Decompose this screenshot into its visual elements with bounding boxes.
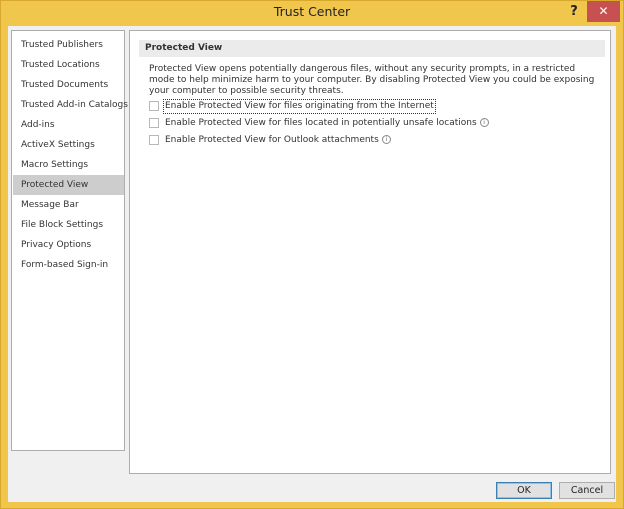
title-bar: Trust Center ? ✕ xyxy=(1,1,623,25)
help-button[interactable]: ? xyxy=(561,2,587,22)
sidebar-item-trusted-addin-catalogs[interactable]: Trusted Add-in Catalogs xyxy=(13,95,128,115)
section-title: Protected View xyxy=(139,40,605,57)
window-title: Trust Center xyxy=(273,4,351,19)
sidebar-item-message-bar[interactable]: Message Bar xyxy=(13,195,124,215)
unsafe-locations-text: Enable Protected View for files located … xyxy=(165,118,477,128)
sidebar-item-trusted-documents[interactable]: Trusted Documents xyxy=(13,75,124,95)
unsafe-locations-label[interactable]: Enable Protected View for files located … xyxy=(164,117,490,130)
outlook-attachments-checkbox[interactable] xyxy=(149,135,159,145)
sidebar-item-activex-settings[interactable]: ActiveX Settings xyxy=(13,135,124,155)
cancel-button[interactable]: Cancel xyxy=(559,482,615,499)
close-button[interactable]: ✕ xyxy=(587,1,620,22)
sidebar-item-protected-view[interactable]: Protected View xyxy=(13,175,124,195)
internet-files-label[interactable]: Enable Protected View for files originat… xyxy=(163,99,436,114)
ok-button[interactable]: OK xyxy=(496,482,552,499)
info-icon: i xyxy=(479,118,489,127)
sidebar-item-macro-settings[interactable]: Macro Settings xyxy=(13,155,124,175)
sidebar-item-file-block-settings[interactable]: File Block Settings xyxy=(13,215,124,235)
sidebar-nav: Trusted Publishers Trusted Locations Tru… xyxy=(11,30,128,451)
sidebar-item-trusted-locations[interactable]: Trusted Locations xyxy=(13,55,124,75)
sidebar-item-trusted-publishers[interactable]: Trusted Publishers xyxy=(13,35,124,55)
internet-files-checkbox[interactable] xyxy=(149,101,159,111)
settings-panel: Protected View Protected View opens pote… xyxy=(129,30,611,474)
section-description: Protected View opens potentially dangero… xyxy=(149,64,595,96)
trust-center-window: Trust Center ? ✕ Trusted Publishers Trus… xyxy=(0,0,624,509)
sidebar-item-form-based-sign-in[interactable]: Form-based Sign-in xyxy=(13,255,124,275)
outlook-attachments-label[interactable]: Enable Protected View for Outlook attach… xyxy=(164,134,392,147)
unsafe-locations-checkbox[interactable] xyxy=(149,118,159,128)
sidebar-item-addins[interactable]: Add-ins xyxy=(13,115,124,135)
info-icon: i xyxy=(381,135,391,144)
dialog-body: Trusted Publishers Trusted Locations Tru… xyxy=(8,26,616,502)
sidebar-item-privacy-options[interactable]: Privacy Options xyxy=(13,235,124,255)
outlook-attachments-text: Enable Protected View for Outlook attach… xyxy=(165,135,379,145)
